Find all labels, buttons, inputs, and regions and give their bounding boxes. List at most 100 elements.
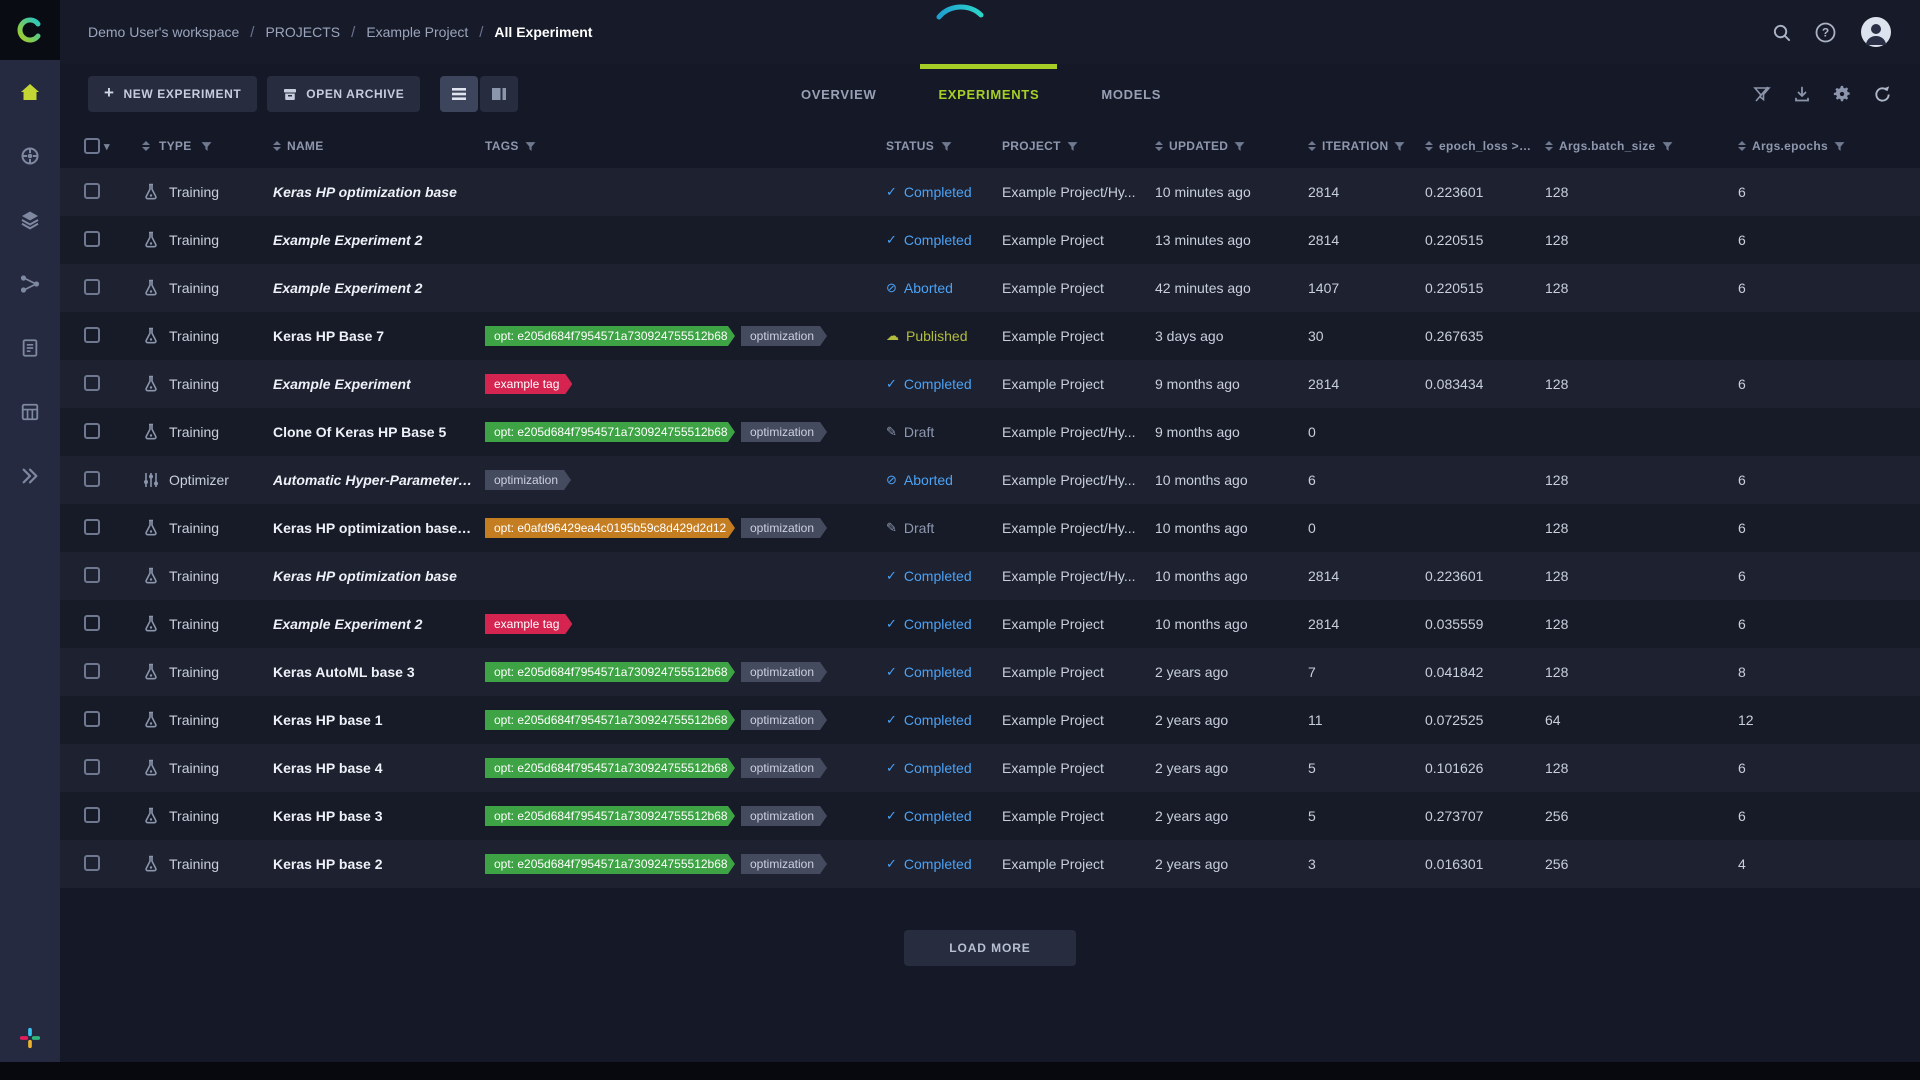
- sort-icon[interactable]: [1425, 141, 1433, 151]
- name-cell[interactable]: Keras HP base 1: [273, 712, 485, 728]
- row-checkbox[interactable]: [84, 807, 100, 823]
- row-checkbox[interactable]: [84, 567, 100, 583]
- name-cell[interactable]: Example Experiment 2: [273, 232, 485, 248]
- column-header[interactable]: UPDATED: [1155, 139, 1308, 153]
- row-checkbox[interactable]: [84, 855, 100, 871]
- sidebar-item-pipelines[interactable]: [0, 252, 60, 316]
- table-row[interactable]: Training Example Experiment example tag …: [60, 360, 1920, 408]
- name-cell[interactable]: Example Experiment 2: [273, 616, 485, 632]
- filter-icon[interactable]: [525, 141, 536, 152]
- sidebar-item-projects[interactable]: [0, 124, 60, 188]
- name-cell[interactable]: Automatic Hyper-Parameter O...: [273, 472, 485, 488]
- table-row[interactable]: Training Example Experiment 2 example ta…: [60, 600, 1920, 648]
- row-checkbox[interactable]: [84, 615, 100, 631]
- name-cell[interactable]: Keras HP Base 7: [273, 328, 485, 344]
- table-row[interactable]: Training Keras HP optimization base ✓ Co…: [60, 168, 1920, 216]
- new-experiment-button[interactable]: + NEW EXPERIMENT: [88, 76, 257, 112]
- sidebar-item-workers-queues[interactable]: [0, 380, 60, 444]
- column-header[interactable]: Args.batch_size: [1545, 139, 1738, 153]
- row-checkbox[interactable]: [84, 759, 100, 775]
- row-checkbox[interactable]: [84, 711, 100, 727]
- table-row[interactable]: Training Example Experiment 2 ✓ Complete…: [60, 216, 1920, 264]
- column-header[interactable]: ITERATION: [1308, 139, 1425, 153]
- name-cell[interactable]: Example Experiment 2: [273, 280, 485, 296]
- download-icon[interactable]: [1793, 85, 1811, 103]
- table-row[interactable]: Training Keras HP optimization base: G..…: [60, 504, 1920, 552]
- table-row[interactable]: Training Clone Of Keras HP Base 5 opt: e…: [60, 408, 1920, 456]
- tab-models[interactable]: MODELS: [1095, 64, 1167, 124]
- select-all-caret-icon[interactable]: ▾: [104, 140, 110, 153]
- row-checkbox[interactable]: [84, 663, 100, 679]
- breadcrumb-workspace[interactable]: Demo User's workspace: [88, 24, 239, 40]
- column-header[interactable]: NAME: [273, 139, 485, 153]
- settings-gear-icon[interactable]: [1833, 85, 1851, 103]
- filter-icon[interactable]: [941, 141, 952, 152]
- sidebar-item-applications[interactable]: [0, 444, 60, 508]
- table-row[interactable]: Training Keras HP base 3 opt: e205d684f7…: [60, 792, 1920, 840]
- filter-icon[interactable]: [1394, 141, 1405, 152]
- table-view-button[interactable]: [440, 76, 478, 112]
- filter-icon[interactable]: [1067, 141, 1078, 152]
- row-checkbox[interactable]: [84, 327, 100, 343]
- sort-icon[interactable]: [1308, 141, 1316, 151]
- tab-experiments[interactable]: EXPERIMENTS: [932, 64, 1045, 124]
- filter-icon[interactable]: [201, 141, 212, 152]
- sidebar-item-home[interactable]: [0, 60, 60, 124]
- table-row[interactable]: Training Keras HP Base 7 opt: e205d684f7…: [60, 312, 1920, 360]
- column-header[interactable]: Args.epochs: [1738, 139, 1920, 153]
- name-cell[interactable]: Keras AutoML base 3: [273, 664, 485, 680]
- avatar[interactable]: [1860, 16, 1892, 48]
- row-checkbox[interactable]: [84, 231, 100, 247]
- sort-icon[interactable]: [1738, 141, 1746, 151]
- split-view-button[interactable]: [480, 76, 518, 112]
- search-icon[interactable]: [1772, 23, 1791, 42]
- row-checkbox[interactable]: [84, 375, 100, 391]
- row-checkbox[interactable]: [84, 183, 100, 199]
- refresh-icon[interactable]: [1873, 85, 1892, 104]
- table-row[interactable]: Training Keras HP base 4 opt: e205d684f7…: [60, 744, 1920, 792]
- name-cell[interactable]: Keras HP base 4: [273, 760, 485, 776]
- table-row[interactable]: Training Keras HP base 1 opt: e205d684f7…: [60, 696, 1920, 744]
- sidebar-item-datasets[interactable]: [0, 188, 60, 252]
- help-icon[interactable]: ?: [1815, 22, 1836, 43]
- row-checkbox[interactable]: [84, 471, 100, 487]
- table-row[interactable]: Training Keras HP base 2 opt: e205d684f7…: [60, 840, 1920, 888]
- sort-icon[interactable]: [1545, 141, 1553, 151]
- name-cell[interactable]: Keras HP base 2: [273, 856, 485, 872]
- column-header[interactable]: TYPE: [142, 139, 273, 153]
- table-row[interactable]: Optimizer Automatic Hyper-Parameter O...…: [60, 456, 1920, 504]
- breadcrumb-projects[interactable]: PROJECTS: [265, 24, 340, 40]
- column-header[interactable]: PROJECT: [1002, 139, 1155, 153]
- open-archive-button[interactable]: OPEN ARCHIVE: [267, 76, 420, 112]
- name-cell[interactable]: Keras HP base 3: [273, 808, 485, 824]
- row-checkbox[interactable]: [84, 519, 100, 535]
- table-row[interactable]: Training Keras AutoML base 3 opt: e205d6…: [60, 648, 1920, 696]
- name-cell[interactable]: Example Experiment: [273, 376, 485, 392]
- sort-icon[interactable]: [273, 141, 281, 151]
- sidebar-item-reports[interactable]: [0, 316, 60, 380]
- name-cell[interactable]: Keras HP optimization base: [273, 568, 485, 584]
- column-header[interactable]: ▾: [84, 138, 142, 154]
- slack-icon[interactable]: [19, 1027, 41, 1054]
- column-header[interactable]: TAGS: [485, 139, 886, 153]
- table-row[interactable]: Training Keras HP optimization base ✓ Co…: [60, 552, 1920, 600]
- name-cell[interactable]: Clone Of Keras HP Base 5: [273, 424, 485, 440]
- clearml-logo[interactable]: [0, 0, 60, 60]
- name-cell[interactable]: Keras HP optimization base: G...: [273, 520, 485, 536]
- filter-icon[interactable]: [1662, 141, 1673, 152]
- sort-icon[interactable]: [142, 141, 150, 151]
- table-row[interactable]: Training Example Experiment 2 ⊘ Aborted …: [60, 264, 1920, 312]
- clear-filters-icon[interactable]: [1753, 85, 1771, 103]
- column-header[interactable]: STATUS: [886, 139, 1002, 153]
- load-more-button[interactable]: LOAD MORE: [904, 930, 1076, 966]
- column-header[interactable]: epoch_loss > epo: [1425, 139, 1545, 153]
- breadcrumb-project[interactable]: Example Project: [366, 24, 468, 40]
- tab-overview[interactable]: OVERVIEW: [795, 64, 882, 124]
- row-checkbox[interactable]: [84, 279, 100, 295]
- select-all-checkbox[interactable]: [84, 138, 100, 154]
- row-checkbox[interactable]: [84, 423, 100, 439]
- filter-icon[interactable]: [1834, 141, 1845, 152]
- sort-icon[interactable]: [1155, 141, 1163, 151]
- filter-icon[interactable]: [1234, 141, 1245, 152]
- name-cell[interactable]: Keras HP optimization base: [273, 184, 485, 200]
